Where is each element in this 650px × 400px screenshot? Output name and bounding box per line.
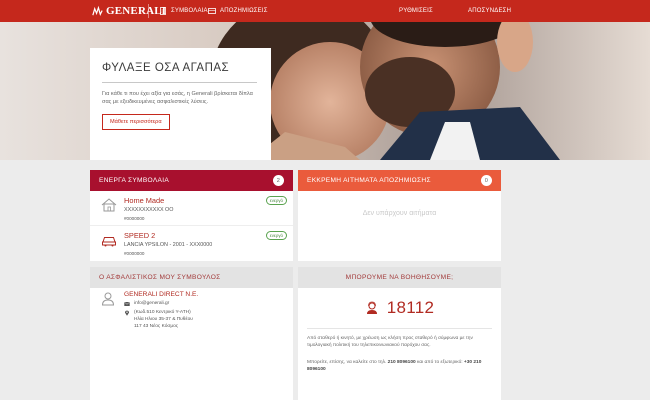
contract-description: XXXXXXXXXXX ΟΟ	[124, 207, 174, 213]
contract-number: #0000000	[124, 251, 145, 256]
contract-row[interactable]: SPEED 2 LANCIA YPSILON - 2001 - XXX0000 …	[90, 226, 293, 261]
claims-icon	[208, 8, 216, 14]
active-contracts-header[interactable]: ΕΝΕΡΓΑ ΣΥΜΒΟΛΑΙΑ 2	[90, 170, 293, 191]
no-claims-message: Δεν υπάρχουν αιτήματα	[362, 210, 437, 217]
status-badge: ενεργό	[265, 196, 287, 205]
nav-contracts[interactable]: ΣΥΜΒΟΛΑΙΑ	[159, 0, 208, 22]
hero-title: ΦΥΛΑΞΕ ΟΣΑ ΑΓΑΠΑΣ	[102, 62, 230, 74]
claims-count-badge: 0	[481, 175, 492, 186]
document-icon	[160, 7, 166, 15]
active-contracts-panel: ΕΝΕΡΓΑ ΣΥΜΒΟΛΑΙΑ 2 Home Made XXXXXXXXXXX…	[90, 170, 293, 261]
agent-icon	[101, 292, 115, 306]
status-badge: ενεργό	[265, 231, 287, 240]
contracts-count-badge: 2	[273, 175, 284, 186]
advisor-title: Ο ΑΣΦΑΛΙΣΤΙΚΟΣ ΜΟΥ ΣΥΜΒΟΥΛΟΣ	[99, 274, 221, 281]
help-divider	[307, 328, 492, 329]
map-pin-icon	[125, 310, 129, 316]
advisor-panel: Ο ΑΣΦΑΛΙΣΤΙΚΟΣ ΜΟΥ ΣΥΜΒΟΥΛΟΣ GENERALI DI…	[90, 267, 293, 400]
learn-more-button[interactable]: Μάθετε περισσότερα	[102, 114, 170, 130]
help-phone-number: 18112	[386, 298, 435, 317]
top-navbar: GENERALI ΣΥΜΒΟΛΑΙΑ ΑΠΟΖΗΜΙΩΣΕΙΣ ΡΥΘΜΙΣΕΙ…	[0, 0, 650, 22]
nav-contracts-label: ΣΥΜΒΟΛΑΙΑ	[171, 8, 208, 14]
contract-name: Home Made	[124, 196, 165, 205]
help-panel: ΜΠΟΡΟΥΜΕ ΝΑ ΒΟΗΘΗΣΟΥΜΕ; 18112 Από σταθερ…	[298, 267, 501, 400]
help-phone-local[interactable]: 210 8096100	[388, 360, 416, 365]
advisor-email-row[interactable]: info@generali.gr	[124, 300, 169, 307]
pending-claims-header[interactable]: ΕΚΚΡΕΜΗ ΑΙΤΗΜΑΤΑ ΑΠΟΖΗΜΙΩΣΗΣ 0	[298, 170, 501, 191]
advisor-address-line: 117 43 Νέος Κόσμος	[134, 324, 179, 329]
contract-name: SPEED 2	[124, 231, 156, 240]
help-phone[interactable]: 18112	[298, 291, 501, 325]
logo-text: GENERALI	[106, 5, 167, 17]
advisor-address-line: (Κωδ.510 Κεντρικό Υ-ΑΤΗ)	[134, 310, 191, 315]
pending-claims-title: ΕΚΚΡΕΜΗ ΑΙΤΗΜΑΤΑ ΑΠΟΖΗΜΙΩΣΗΣ	[307, 177, 431, 184]
advisor-email: info@generali.gr	[134, 301, 170, 306]
help-header: ΜΠΟΡΟΥΜΕ ΝΑ ΒΟΗΘΗΣΟΥΜΕ;	[298, 267, 501, 288]
car-icon	[102, 237, 116, 247]
nav-claims[interactable]: ΑΠΟΖΗΜΙΩΣΕΙΣ	[208, 0, 268, 22]
advisor-header: Ο ΑΣΦΑΛΙΣΤΙΚΟΣ ΜΟΥ ΣΥΜΒΟΥΛΟΣ	[90, 267, 293, 288]
nav-divider	[148, 4, 149, 18]
hero-card: ΦΥΛΑΞΕ ΟΣΑ ΑΓΑΠΑΣ Για κάθε τι που έχει α…	[90, 48, 271, 160]
active-contracts-title: ΕΝΕΡΓΑ ΣΥΜΒΟΛΑΙΑ	[99, 177, 170, 184]
nav-settings[interactable]: ΡΥΘΜΙΣΕΙΣ	[399, 0, 433, 22]
advisor-address-line: Ηλία Ηλιου 35-37 & Πυθέου	[134, 317, 193, 322]
nav-logout-label: ΑΠΟΣΥΝΔΕΣΗ	[468, 8, 512, 14]
house-icon	[101, 198, 117, 212]
pending-claims-panel: ΕΚΚΡΕΜΗ ΑΙΤΗΜΑΤΑ ΑΠΟΖΗΜΙΩΣΗΣ 0 Δεν υπάρχ…	[298, 170, 501, 261]
help-text-middle: και από το εξωτερικό:	[415, 360, 464, 365]
nav-settings-label: ΡΥΘΜΙΣΕΙΣ	[399, 8, 433, 14]
generali-logo[interactable]: GENERALI	[91, 4, 166, 18]
hero-divider	[102, 82, 257, 83]
help-text-prefix: Μπορείτε, επίσης, να καλείτε στο τηλ.	[307, 360, 388, 365]
help-text: Από σταθερό ή κινητό, με χρέωση ως κλήση…	[307, 336, 473, 348]
envelope-icon	[124, 301, 130, 306]
lion-logo-icon	[92, 5, 103, 16]
support-agent-icon	[366, 301, 377, 314]
nav-logout[interactable]: ΑΠΟΣΥΝΔΕΣΗ	[468, 0, 511, 22]
nav-claims-label: ΑΠΟΖΗΜΙΩΣΕΙΣ	[220, 8, 268, 14]
contract-description: LANCIA YPSILON - 2001 - XXX0000	[124, 242, 213, 248]
help-text-secondary: Μπορείτε, επίσης, να καλείτε στο τηλ. 21…	[307, 359, 494, 373]
hero-banner: ΦΥΛΑΞΕ ΟΣΑ ΑΓΑΠΑΣ Για κάθε τι που έχει α…	[0, 22, 650, 160]
help-title: ΜΠΟΡΟΥΜΕ ΝΑ ΒΟΗΘΗΣΟΥΜΕ;	[345, 274, 454, 281]
advisor-name: GENERALI DIRECT Ν.Ε.	[124, 291, 199, 298]
contract-row[interactable]: Home Made XXXXXXXXXXX ΟΟ #0000000 ενεργό	[90, 191, 293, 226]
hero-text: Για κάθε τι που έχει αξία για εσάς, η Ge…	[102, 91, 253, 105]
contract-number: #0000000	[124, 216, 145, 221]
advisor-address-row: (Κωδ.510 Κεντρικό Υ-ΑΤΗ) Ηλία Ηλιου 35-3…	[124, 309, 193, 330]
